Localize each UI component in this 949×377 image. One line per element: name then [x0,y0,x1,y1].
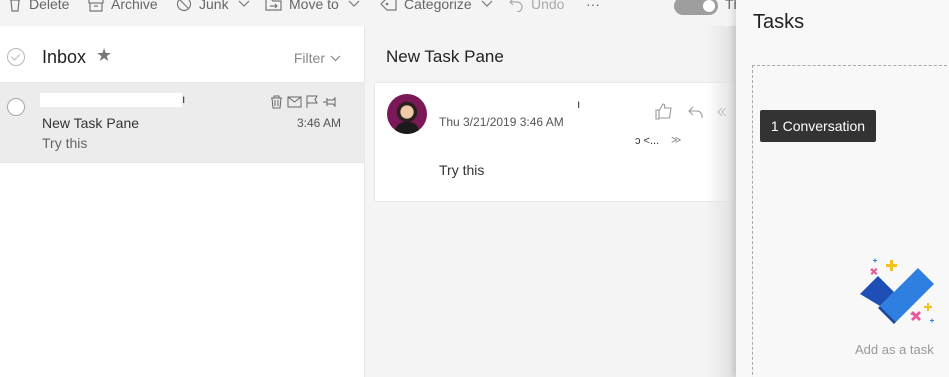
row-quick-actions [270,95,336,109]
moveto-label: Move to [289,0,339,12]
message-time: 3:46 AM [296,116,341,130]
message-list: Inbox ★ Filter ı New Task Pane Try this … [0,26,365,377]
message-card: ı Thu 3/21/2019 3:46 AM ɔ <... ≫ Try thi… [374,82,744,202]
archive-icon [88,0,104,12]
filter-button[interactable]: Filter [294,50,341,66]
reading-pane-subject: New Task Pane [386,47,504,66]
focused-toggle[interactable] [674,0,718,15]
tasks-pane-title: Tasks [753,11,805,33]
drag-conversation-badge: 1 Conversation [760,110,876,142]
undo-icon [509,0,523,12]
select-all-checkbox[interactable] [7,48,25,66]
message-body: Try this [439,162,485,178]
todo-checkmark-icon [860,258,934,324]
move-to-button[interactable]: Move to [265,0,360,12]
pin-icon[interactable] [322,96,336,108]
archive-label: Archive [111,0,158,12]
chevron-down-icon [330,55,341,61]
command-toolbar: Delete Archive Junk Move to Categorize U… [0,0,741,26]
message-list-header: Inbox ★ Filter [0,26,365,82]
expand-recipients-icon[interactable]: ≫ [671,135,681,146]
message-row[interactable]: ı New Task Pane Try this 3:46 AM [0,82,365,163]
delete-button[interactable]: Delete [8,0,69,12]
chevron-down-icon [238,0,250,7]
more-actions-button[interactable]: ··· [586,0,600,12]
reply-icon[interactable] [687,105,703,119]
mail-envelope-icon[interactable] [287,96,302,108]
delete-label: Delete [29,0,70,12]
message-subject: New Task Pane [42,115,140,131]
tag-icon [380,0,397,11]
more-label: ··· [586,0,600,12]
block-icon [176,0,192,12]
flag-icon[interactable] [306,95,318,109]
categorize-button[interactable]: Categorize [380,0,493,12]
chevron-down-icon [348,0,360,7]
categorize-label: Categorize [404,0,472,12]
folder-title: Inbox [42,47,87,67]
favorite-star-icon[interactable]: ★ [96,45,112,66]
from-name: ı [577,97,581,111]
recipient-line[interactable]: ɔ <... [635,135,659,147]
message-date: Thu 3/21/2019 3:46 AM [439,115,564,129]
chevron-down-icon [481,0,493,7]
like-icon[interactable] [655,103,673,120]
sender-name: ı [182,92,186,106]
archive-button[interactable]: Archive [88,0,158,12]
message-preview: Try this [42,135,88,151]
filter-label: Filter [293,50,325,66]
toggle-knob [703,0,715,12]
trash-icon [10,0,20,12]
junk-label: Junk [199,0,229,12]
avatar [387,94,427,134]
undo-button[interactable]: Undo [508,0,564,12]
message-select-checkbox[interactable] [7,98,25,116]
undo-label: Undo [531,0,565,12]
redacted-sender [40,93,182,107]
trash-icon[interactable] [270,95,283,109]
move-folder-icon [265,0,282,11]
add-as-task-label: Add as a task [855,342,934,357]
pane-shadow [706,26,736,377]
junk-button[interactable]: Junk [176,0,250,12]
